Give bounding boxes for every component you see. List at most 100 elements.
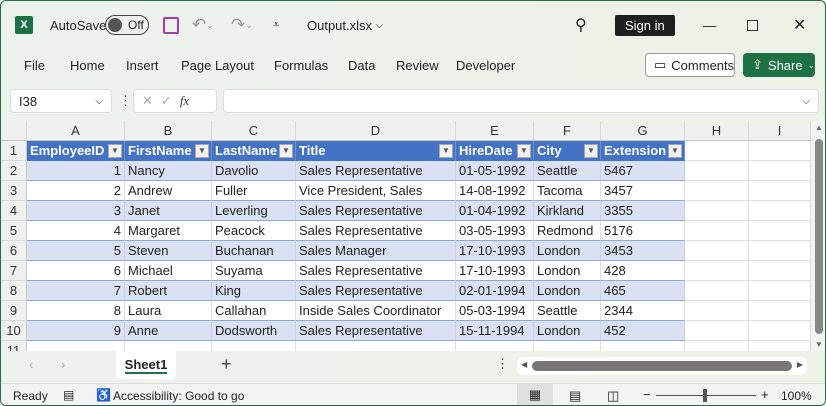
tab-page-layout[interactable]: Page Layout (181, 58, 254, 73)
table-cell[interactable]: 452 (601, 321, 685, 341)
table-cell[interactable]: 5467 (601, 161, 685, 181)
table-cell[interactable]: 15-11-1994 (456, 321, 534, 341)
table-cell[interactable]: 03-05-1993 (456, 221, 534, 241)
table-cell[interactable]: 5 (27, 241, 125, 261)
column-header-C[interactable]: C (212, 121, 296, 141)
redo-icon[interactable]: ↷ ⌄ (231, 11, 253, 39)
table-cell[interactable]: 5176 (601, 221, 685, 241)
row-header[interactable]: 4 (1, 201, 27, 221)
table-cell[interactable]: Callahan (212, 301, 296, 321)
table-cell[interactable]: 7 (27, 281, 125, 301)
tab-review[interactable]: Review (396, 58, 439, 73)
row-header[interactable]: 7 (1, 261, 27, 281)
cell[interactable] (685, 201, 749, 221)
table-header-cell[interactable]: City ▼ (534, 141, 601, 161)
table-cell[interactable]: Peacock (212, 221, 296, 241)
accessibility-status[interactable]: Accessibility: Good to go (113, 389, 244, 403)
column-header-G[interactable]: G (601, 121, 685, 141)
enter-icon[interactable]: ✓ (161, 93, 172, 109)
cell[interactable] (749, 261, 811, 281)
row-header[interactable]: 8 (1, 281, 27, 301)
table-cell[interactable]: Sales Representative (296, 221, 456, 241)
table-cell[interactable]: 2344 (601, 301, 685, 321)
cell[interactable] (749, 201, 811, 221)
vertical-scrollbar[interactable]: ▲ ▼ (811, 121, 825, 351)
filter-dropdown-icon[interactable]: ▼ (279, 144, 293, 158)
filter-dropdown-icon[interactable]: ▼ (108, 144, 122, 158)
table-cell[interactable]: Sales Representative (296, 261, 456, 281)
table-header-cell[interactable]: LastName ▼ (212, 141, 296, 161)
cell[interactable] (749, 301, 811, 321)
tab-developer[interactable]: Developer (456, 58, 515, 73)
row-header[interactable]: 9 (1, 301, 27, 321)
row-header[interactable]: 10 (1, 321, 27, 341)
sheet-tab-sheet1[interactable]: Sheet1 (116, 351, 176, 379)
filename-dropdown[interactable]: Output.xlsx ⌵ (307, 11, 383, 39)
table-cell[interactable]: 02-01-1994 (456, 281, 534, 301)
table-cell[interactable]: Sales Representative (296, 201, 456, 221)
table-cell[interactable]: Anne (125, 321, 212, 341)
row-header[interactable]: 1 (1, 141, 27, 161)
table-cell[interactable]: 2 (27, 181, 125, 201)
table-cell[interactable]: 05-03-1994 (456, 301, 534, 321)
column-header-A[interactable]: A (27, 121, 125, 141)
table-cell[interactable]: 3 (27, 201, 125, 221)
cell[interactable] (749, 281, 811, 301)
table-cell[interactable]: London (534, 261, 601, 281)
table-cell[interactable]: 01-04-1992 (456, 201, 534, 221)
filter-dropdown-icon[interactable]: ▼ (195, 144, 209, 158)
column-header-F[interactable]: F (534, 121, 601, 141)
table-cell[interactable]: Janet (125, 201, 212, 221)
table-cell[interactable]: Kirkland (534, 201, 601, 221)
search-icon[interactable]: ⚲ (575, 11, 587, 39)
table-cell[interactable]: 3453 (601, 241, 685, 261)
cell[interactable] (685, 161, 749, 181)
cell[interactable] (685, 181, 749, 201)
cell[interactable] (125, 341, 212, 351)
table-cell[interactable]: 9 (27, 321, 125, 341)
table-cell[interactable]: 01-05-1992 (456, 161, 534, 181)
filter-dropdown-icon[interactable]: ▼ (517, 144, 531, 158)
zoom-in-button[interactable]: + (761, 387, 769, 402)
table-cell[interactable]: Sales Manager (296, 241, 456, 261)
zoom-level[interactable]: 100% (781, 389, 812, 403)
filter-dropdown-icon[interactable]: ▼ (584, 144, 598, 158)
page-layout-view-icon[interactable]: ▤ (569, 388, 581, 404)
cell[interactable] (685, 241, 749, 261)
table-cell[interactable]: 14-08-1992 (456, 181, 534, 201)
column-header-E[interactable]: E (456, 121, 534, 141)
table-cell[interactable]: Tacoma (534, 181, 601, 201)
table-cell[interactable]: Sales Representative (296, 281, 456, 301)
horizontal-scrollbar[interactable]: ◀ ▶ (517, 357, 807, 375)
worksheet-grid[interactable]: A B C D E F G H I 1 2 3 4 5 6 7 8 9 10 11 EmployeeID ▼ FirstNa… (1, 121, 811, 351)
table-cell[interactable]: Dodsworth (212, 321, 296, 341)
cell[interactable] (749, 181, 811, 201)
table-header-cell[interactable]: FirstName ▼ (125, 141, 212, 161)
cancel-icon[interactable]: ✕ (142, 93, 153, 109)
maximize-button[interactable] (747, 11, 758, 39)
table-cell[interactable]: 8 (27, 301, 125, 321)
zoom-slider[interactable] (656, 389, 756, 402)
table-cell[interactable]: London (534, 281, 601, 301)
column-header-B[interactable]: B (125, 121, 212, 141)
cell[interactable] (685, 141, 749, 161)
cell[interactable] (749, 341, 811, 351)
name-box[interactable]: I38 ⌵ (10, 89, 112, 113)
undo-icon[interactable]: ↶ ⌄ (192, 11, 214, 39)
table-cell[interactable]: Vice President, Sales (296, 181, 456, 201)
prev-sheet-icon[interactable]: ‹ (29, 357, 33, 372)
cell[interactable] (749, 221, 811, 241)
table-cell[interactable]: Fuller (212, 181, 296, 201)
comments-button[interactable]: ▭ Comments (645, 53, 735, 77)
insert-function-icon[interactable]: fx (180, 93, 189, 109)
cell[interactable] (685, 321, 749, 341)
table-cell[interactable]: Steven (125, 241, 212, 261)
table-cell[interactable]: Inside Sales Coordinator (296, 301, 456, 321)
table-cell[interactable]: Seattle (534, 301, 601, 321)
tab-data[interactable]: Data (348, 58, 375, 73)
table-header-cell[interactable]: Title ▼ (296, 141, 456, 161)
filter-dropdown-icon[interactable]: ▼ (668, 144, 682, 158)
table-cell[interactable]: Margaret (125, 221, 212, 241)
table-cell[interactable]: Seattle (534, 161, 601, 181)
cell[interactable] (534, 341, 601, 351)
